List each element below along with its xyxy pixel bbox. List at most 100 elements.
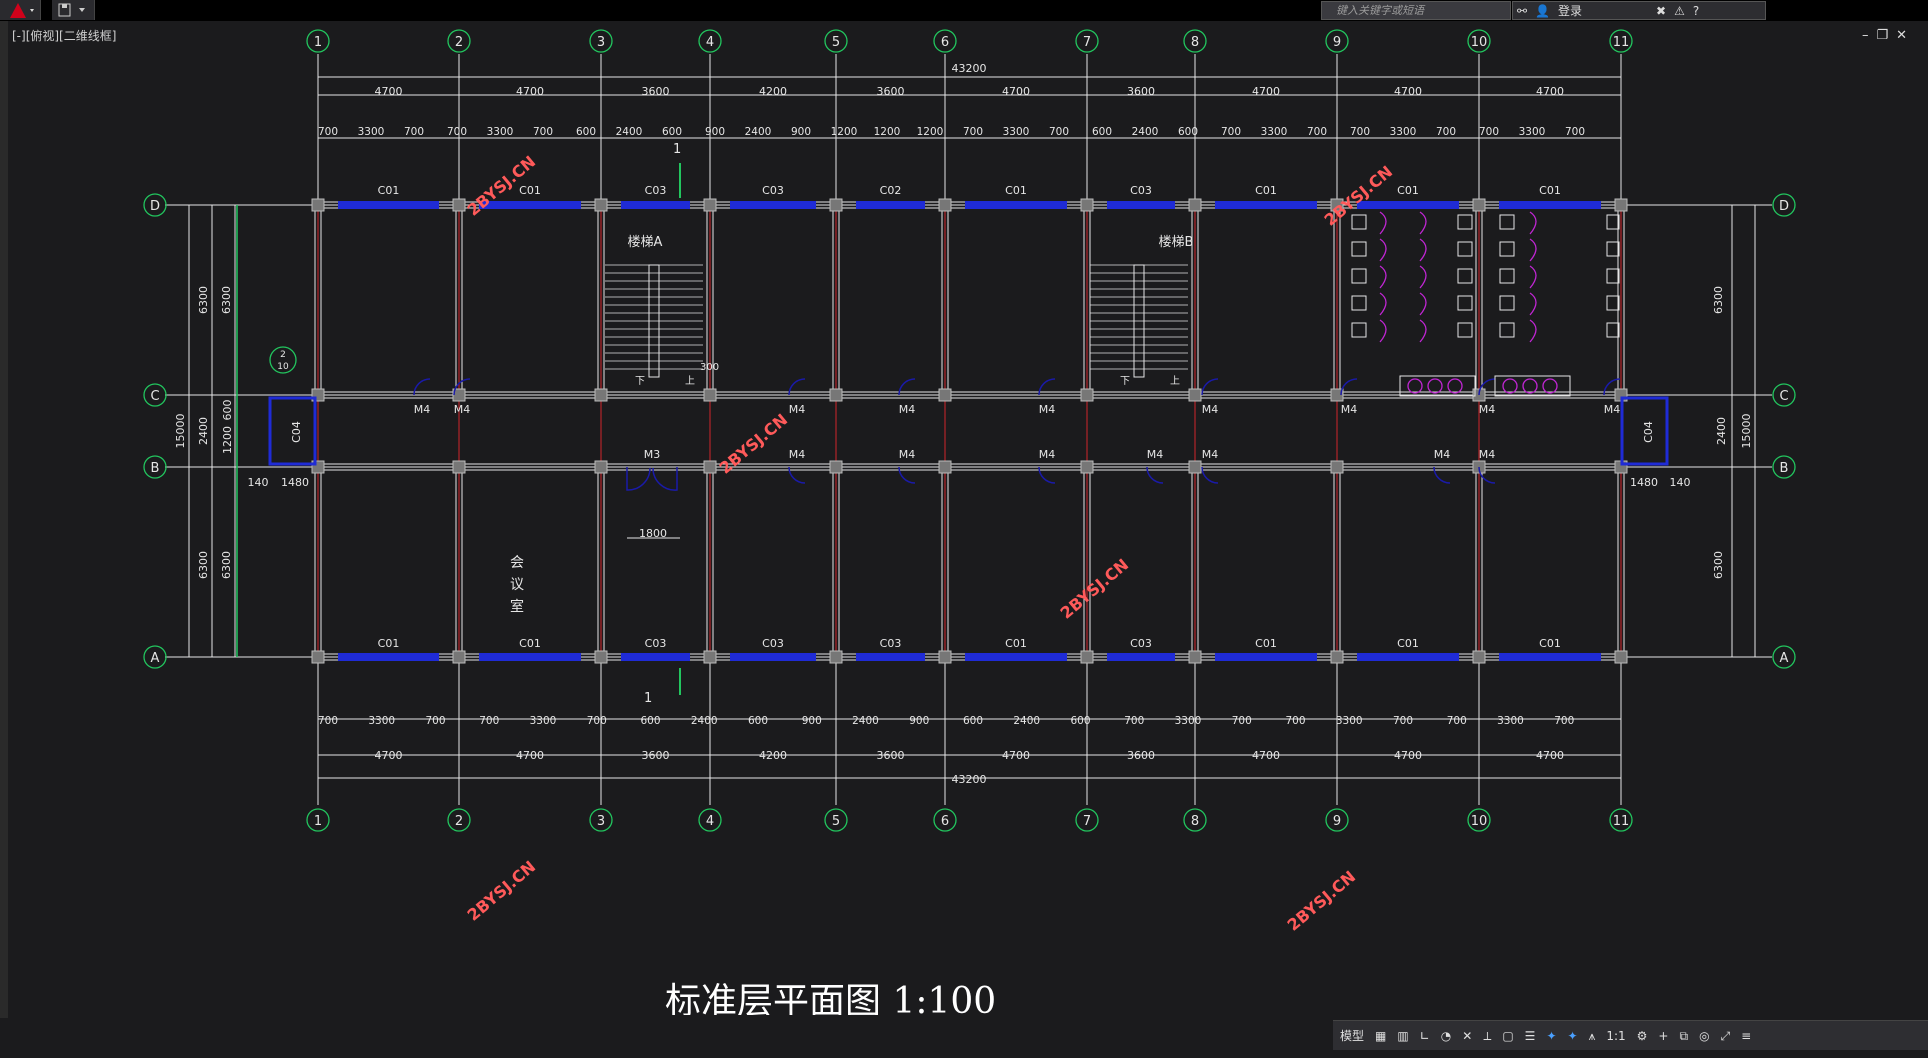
window-label: C01 (1397, 637, 1419, 650)
axis-label-2: 2 (455, 814, 463, 829)
toilet-partition (1379, 319, 1387, 343)
toilet-fixture (1457, 295, 1473, 311)
detail-dim-label: 3300 (530, 715, 557, 727)
overall-dim-label: 43200 (952, 62, 987, 75)
watermark: 2BYSJ.CN (1321, 162, 1397, 230)
window-C01 (1357, 653, 1459, 661)
meeting-room-label: 室 (510, 598, 524, 615)
drawing-canvas[interactable]: 43200432004700 4700 3600 4200 3600 4700 3600 47… (0, 0, 1928, 1015)
door-swing (898, 466, 916, 484)
bay-dim-label: 3600 (877, 749, 905, 762)
axis-label-8: 8 (1191, 35, 1199, 50)
workspace-gear-icon[interactable]: ⚙ (1634, 1022, 1651, 1050)
auto-scale-icon[interactable]: ✦ (1565, 1022, 1581, 1050)
toilet-fixture (1499, 295, 1515, 311)
toilet-fixture (1606, 295, 1620, 311)
door-swing (788, 466, 806, 484)
detail-dim-label: 900 (909, 715, 929, 727)
structural-column (452, 460, 466, 474)
polar-icon[interactable]: ◔ (1438, 1022, 1454, 1050)
axis-label-6: 6 (941, 814, 949, 829)
model-tab[interactable]: 模型 (1337, 1022, 1367, 1050)
axis-label-5: 5 (832, 814, 840, 829)
watermark: 2BYSJ.CN (1284, 867, 1360, 935)
bay-dim-label: 3600 (642, 749, 670, 762)
detail-dim-label: 600 (576, 126, 596, 138)
detail-dim-label: 2400 (745, 126, 772, 138)
lineweight-icon[interactable]: ☰ (1522, 1022, 1539, 1050)
structural-column (829, 460, 843, 474)
detail-dim-label: 700 (1124, 715, 1144, 727)
detail-dim-label: 3300 (487, 126, 514, 138)
door-swing (1433, 466, 1451, 484)
bay-dim-label: 3600 (1127, 85, 1155, 98)
detail-dim-label: 2400 (691, 715, 718, 727)
sink-icon (1522, 378, 1538, 394)
detail-dim-label: 700 (1565, 126, 1585, 138)
door-label-M4: M4 (1202, 403, 1219, 416)
structural-column (938, 198, 952, 212)
toilet-partition (1379, 238, 1387, 262)
vertical-dim-label: 6300 (197, 286, 210, 314)
overall-dim-label: 43200 (952, 773, 987, 786)
detail-dim-label: 700 (1479, 126, 1499, 138)
snap-icon[interactable]: ▥ (1394, 1022, 1411, 1050)
isolate-icon[interactable]: ⧉ (1676, 1022, 1691, 1050)
detail-dim-label: 3300 (358, 126, 385, 138)
toilet-partition (1529, 292, 1537, 316)
detail-dim-label: 700 (1307, 126, 1327, 138)
ortho-icon[interactable]: ∟ (1417, 1022, 1433, 1050)
otrack-icon[interactable]: ⟂ (1480, 1022, 1494, 1050)
vertical-dim-label: 15000 (1740, 414, 1753, 449)
scale-dropdown[interactable]: 1:1 (1603, 1022, 1628, 1050)
window-label: C01 (1255, 184, 1277, 197)
dim-140-label: 140 (248, 476, 269, 489)
detail-dim-label: 700 (318, 715, 338, 727)
stair-a-down: 下 (635, 376, 645, 387)
window-label: C01 (1005, 637, 1027, 650)
detail-dim-label: 3300 (1175, 715, 1202, 727)
toilet-partition (1379, 211, 1387, 235)
toilet-partition (1529, 211, 1537, 235)
door-label-M4: M4 (1479, 448, 1496, 461)
bay-dim-label: 4200 (759, 749, 787, 762)
detail-dim-label: 700 (587, 715, 607, 727)
vertical-dim-label: 6300 (220, 551, 233, 579)
structural-column (594, 460, 608, 474)
door-label-M4: M4 (899, 448, 916, 461)
window-label: C04 (290, 421, 303, 443)
toilet-partition (1529, 238, 1537, 262)
toilet-partition (1529, 265, 1537, 289)
window-C01 (479, 653, 581, 661)
structural-column (1330, 460, 1344, 474)
window-label: C03 (880, 637, 902, 650)
window-C02 (856, 201, 925, 209)
door-swing (1201, 378, 1219, 396)
toilet-partition (1529, 319, 1537, 343)
section-mark-label: 1 (644, 691, 652, 706)
window-label: C03 (762, 637, 784, 650)
toilet-fixture (1606, 241, 1620, 257)
osnap-icon[interactable]: ✕ (1459, 1022, 1475, 1050)
annotation-scale-icon[interactable]: ⩚ (1586, 1022, 1599, 1050)
door-swing (898, 378, 916, 396)
hardware-accel-icon[interactable]: ◎ (1696, 1022, 1712, 1050)
fullscreen-icon[interactable]: ⤢ (1718, 1022, 1734, 1050)
detail-dim-label: 600 (1092, 126, 1112, 138)
window-C03 (1107, 653, 1175, 661)
axis-label-3: 3 (597, 814, 605, 829)
structural-column (1188, 198, 1202, 212)
axis-label-5: 5 (832, 35, 840, 50)
add-icon[interactable]: + (1655, 1022, 1671, 1050)
detail-dim-label: 700 (479, 715, 499, 727)
bay-dim-label: 4700 (1536, 749, 1564, 762)
ducs-icon[interactable]: ▢ (1499, 1022, 1516, 1050)
sink-icon (1542, 378, 1558, 394)
grid-icon[interactable]: ▦ (1372, 1022, 1389, 1050)
detail-dim-label: 600 (640, 715, 660, 727)
vertical-dim-label: 6300 (220, 286, 233, 314)
toilet-fixture (1351, 241, 1367, 257)
structural-column (311, 198, 325, 212)
customize-icon[interactable]: ≡ (1738, 1022, 1754, 1050)
annotation-visibility-icon[interactable]: ✦ (1543, 1022, 1559, 1050)
